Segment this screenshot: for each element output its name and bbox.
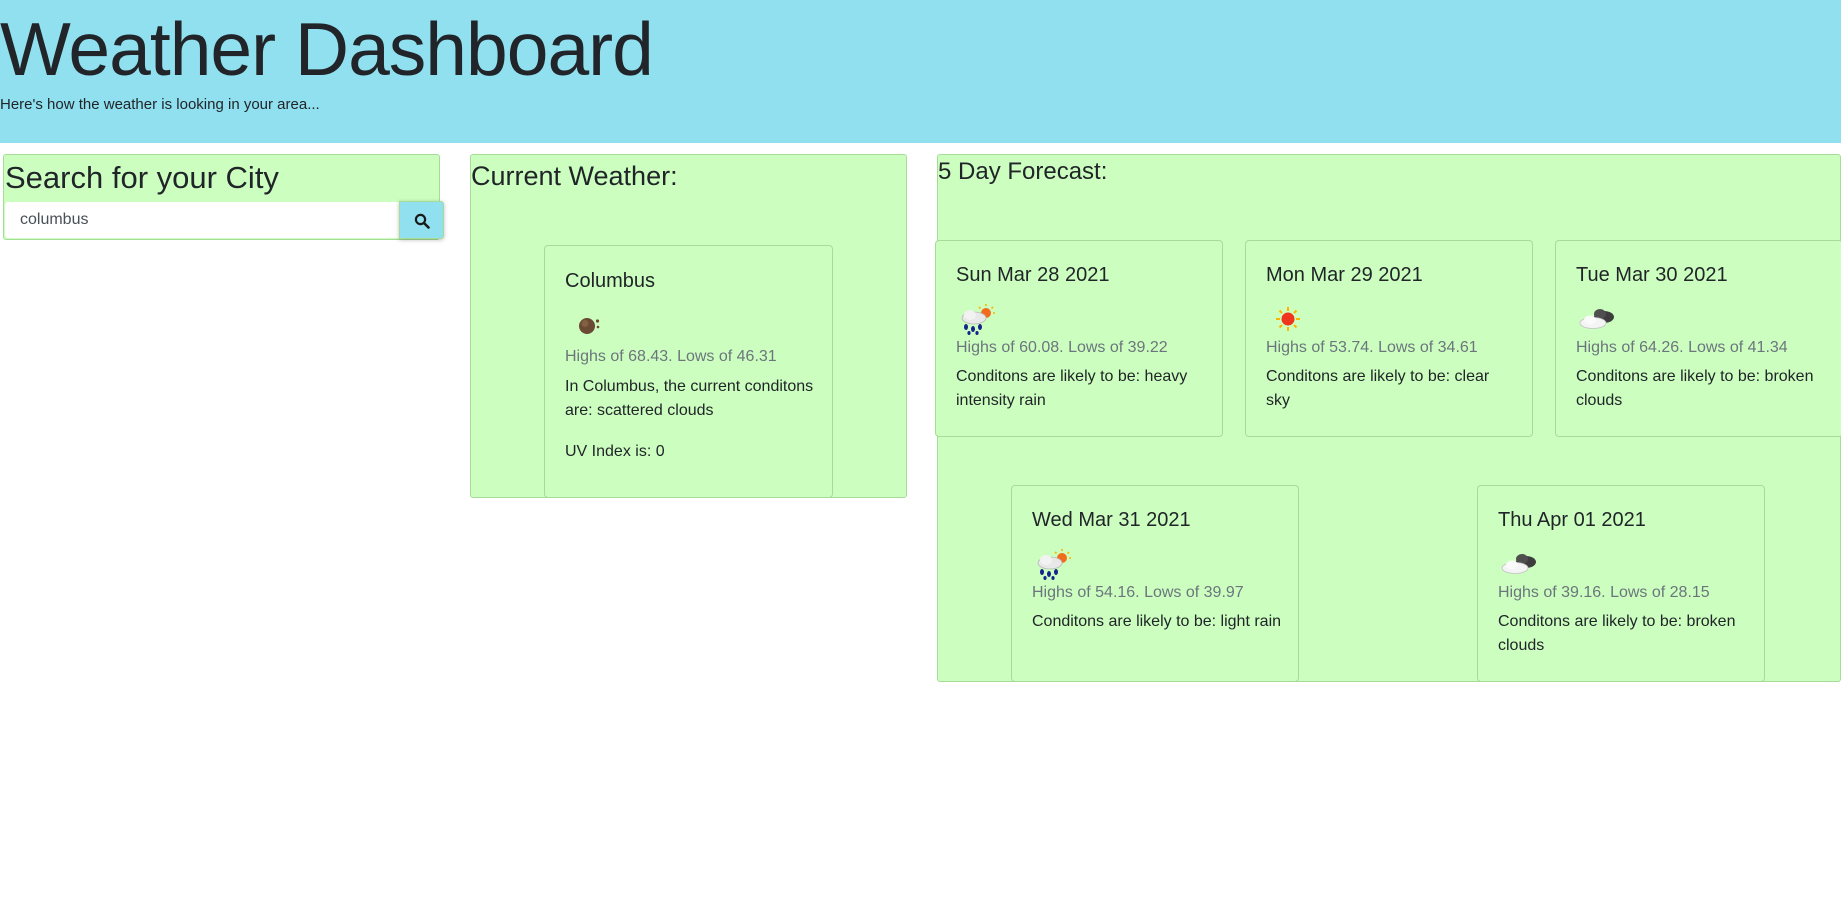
forecast-description: Conditons are likely to be: clear sky <box>1266 368 1490 409</box>
search-panel: Search for your City <box>3 154 444 240</box>
forecast-date: Wed Mar 31 2021 <box>1032 509 1191 531</box>
forecast-card: Mon Mar 29 2021 Highs of 53.74. Lows of … <box>1245 240 1533 437</box>
forecast-date: Thu Apr 01 2021 <box>1498 509 1646 531</box>
search-button[interactable] <box>399 201 444 239</box>
forecast-date: Tue Mar 30 2021 <box>1576 264 1728 286</box>
forecast-heading: 5 Day Forecast: <box>938 158 1108 185</box>
broken-clouds-icon <box>1579 309 1614 329</box>
forecast-card: Thu Apr 01 2021 Highs of 39.16. Lows of … <box>1477 485 1765 682</box>
current-hilo: Highs of 68.43. Lows of 46.31 <box>565 348 777 365</box>
forecast-hilo: Highs of 39.16. Lows of 28.15 <box>1498 584 1710 601</box>
forecast-card: Tue Mar 30 2021 Highs of 64.26. Lows of … <box>1555 240 1841 437</box>
forecast-panel: 5 Day Forecast: Sun Mar 28 2021 Highs of… <box>935 154 1841 682</box>
forecast-date: Mon Mar 29 2021 <box>1266 264 1423 286</box>
forecast-hilo: Highs of 53.74. Lows of 34.61 <box>1266 339 1478 356</box>
city-search-input[interactable] <box>5 202 399 238</box>
forecast-description: Conditons are likely to be: heavy intens… <box>956 368 1188 409</box>
forecast-description: Conditons are likely to be: broken cloud… <box>1576 368 1814 409</box>
uv-index: UV Index is: 0 <box>565 443 665 460</box>
current-description: In Columbus, the current conditons are: … <box>565 378 814 419</box>
search-heading: Search for your City <box>5 160 279 195</box>
page-subtitle: Here's how the weather is looking in you… <box>0 96 320 113</box>
forecast-card: Wed Mar 31 2021 Highs of 54.16. Lows of … <box>1011 485 1299 682</box>
rain-sun-icon <box>1037 549 1071 580</box>
forecast-description: Conditons are likely to be: broken cloud… <box>1498 613 1736 654</box>
current-weather-card: Columbus Highs of 68.43. Lows of 46.31 I… <box>544 245 833 498</box>
forecast-card: Sun Mar 28 2021 Highs of 60.08. Lows of … <box>935 240 1223 437</box>
page-header: Weather Dashboard Here's how the weather… <box>0 0 1841 143</box>
rain-sun-icon <box>961 304 995 335</box>
forecast-hilo: Highs of 64.26. Lows of 41.34 <box>1576 339 1788 356</box>
scattered-clouds-icon <box>579 318 600 334</box>
current-weather-panel: Current Weather: Columbus Highs of 68.43… <box>470 154 907 498</box>
sun-icon <box>1276 307 1300 331</box>
forecast-date: Sun Mar 28 2021 <box>956 264 1110 286</box>
forecast-hilo: Highs of 54.16. Lows of 39.97 <box>1032 584 1244 601</box>
page-title: Weather Dashboard <box>0 7 654 91</box>
forecast-description: Conditons are likely to be: light rain <box>1032 613 1282 630</box>
city-name: Columbus <box>565 270 656 292</box>
current-weather-heading: Current Weather: <box>471 161 678 191</box>
search-icon <box>414 213 430 229</box>
broken-clouds-icon <box>1501 554 1536 574</box>
forecast-hilo: Highs of 60.08. Lows of 39.22 <box>956 339 1168 356</box>
